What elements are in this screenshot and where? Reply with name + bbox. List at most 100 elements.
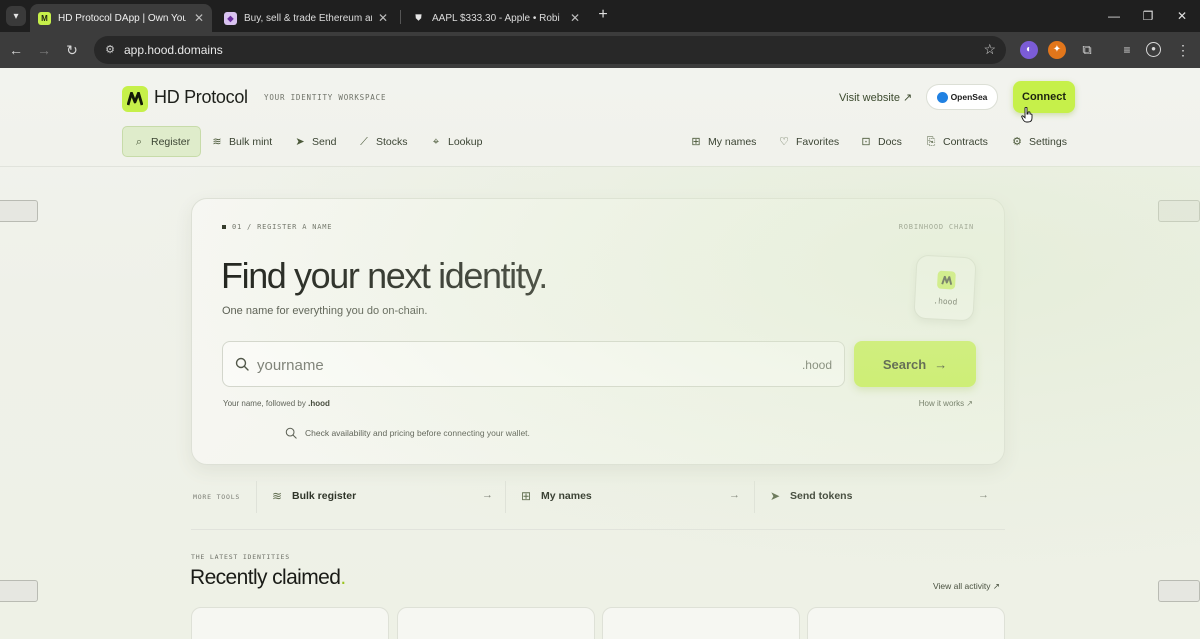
- nav-label: Send: [312, 135, 337, 148]
- name-search-field[interactable]: .hood: [222, 341, 845, 387]
- arrow-right-icon: →: [482, 489, 493, 501]
- section-divider: [191, 529, 1005, 530]
- app-page: HD Protocol YOUR IDENTITY WORKSPACE Visi…: [0, 68, 1200, 639]
- browser-tab-bar: ▾ M HD Protocol DApp | Own Your I ✕ ◆ Bu…: [0, 0, 1200, 32]
- reload-icon[interactable]: ↻: [62, 40, 82, 60]
- nav-label: Docs: [878, 135, 902, 148]
- tab-title: Buy, sell & trade Ethereum and: [244, 12, 372, 24]
- nav-label: Bulk mint: [229, 135, 273, 148]
- section-kicker: 01 / REGISTER A NAME: [222, 223, 332, 231]
- close-window-icon[interactable]: ✕: [1172, 6, 1192, 26]
- browser-menu-icon[interactable]: ⋮: [1174, 41, 1192, 59]
- tool-label: Bulk register: [292, 490, 357, 502]
- side-decoration: [0, 200, 38, 222]
- nav-bulk-mint[interactable]: ≋ Bulk mint: [211, 126, 272, 157]
- nav-contracts[interactable]: ⎘ Contracts: [925, 126, 988, 157]
- arrow-right-icon: →: [934, 356, 948, 372]
- hd-logo-icon[interactable]: [122, 86, 148, 112]
- nav-label: Contracts: [943, 135, 988, 148]
- recent-identity-card[interactable]: [602, 607, 800, 639]
- nav-stocks[interactable]: ⟋ Stocks: [358, 126, 408, 157]
- hint-tld: .hood: [308, 399, 330, 408]
- minimize-window-icon[interactable]: —: [1104, 6, 1124, 26]
- mouse-cursor-icon: [1021, 107, 1033, 123]
- nav-docs[interactable]: ⊡ Docs: [860, 126, 902, 157]
- availability-note: Check availability and pricing before co…: [285, 427, 530, 439]
- nav-my-names[interactable]: ⊞ My names: [690, 126, 756, 157]
- availability-text: Check availability and pricing before co…: [305, 428, 530, 438]
- name-search-input[interactable]: [257, 352, 737, 378]
- close-tab-icon[interactable]: ✕: [570, 11, 580, 25]
- recent-title: Recently claimed.: [190, 566, 346, 590]
- tool-send-tokens[interactable]: ➤ Send tokens →: [768, 480, 992, 512]
- recent-identity-card[interactable]: [807, 607, 1005, 639]
- trade-site-favicon-icon: ◆: [224, 11, 237, 25]
- tab-hd-protocol[interactable]: M HD Protocol DApp | Own Your I ✕: [30, 4, 212, 32]
- tool-my-names[interactable]: ⊞ My names →: [519, 480, 741, 512]
- nav-settings[interactable]: ⚙ Settings: [1011, 126, 1067, 157]
- nav-register[interactable]: ⌕ Register: [122, 126, 202, 157]
- nav-label: Stocks: [376, 135, 408, 148]
- url-text: app.hood.domains: [124, 43, 223, 57]
- main-nav: ⌕ Register ≋ Bulk mint ➤ Send ⟋ Stocks ⌖…: [0, 126, 1200, 158]
- tool-separator: [505, 481, 506, 513]
- bookmark-star-icon[interactable]: ☆: [983, 41, 996, 58]
- media-control-icon[interactable]: ≡: [1118, 41, 1136, 59]
- side-decoration: [0, 580, 38, 602]
- metamask-fox-icon[interactable]: ✦: [1048, 41, 1066, 59]
- search-icon: [235, 357, 249, 371]
- extension-wallet-icon[interactable]: ◐: [1020, 41, 1038, 59]
- grid-icon: ⊞: [691, 135, 701, 148]
- search-button[interactable]: Search →: [854, 341, 976, 387]
- address-bar[interactable]: ⚙ app.hood.domains ☆: [94, 36, 1006, 64]
- brand-tagline: YOUR IDENTITY WORKSPACE: [264, 93, 387, 102]
- nav-lookup[interactable]: ⌖ Lookup: [430, 126, 483, 157]
- tool-separator: [256, 481, 257, 513]
- brand-name[interactable]: HD Protocol: [154, 87, 248, 108]
- badge-tld: .hood: [933, 296, 958, 307]
- tab-search-menu-button[interactable]: ▾: [6, 6, 26, 26]
- recent-title-text: Recently claimed: [190, 566, 341, 589]
- restore-window-icon[interactable]: ❐: [1138, 6, 1158, 26]
- hero-subline: One name for everything you do on-chain.: [222, 305, 428, 317]
- extensions-puzzle-icon[interactable]: ⧉: [1078, 41, 1096, 59]
- nav-favorites[interactable]: ♡ Favorites: [778, 126, 839, 157]
- visit-website-link[interactable]: Visit website ↗: [839, 91, 912, 104]
- new-tab-button[interactable]: +: [594, 6, 612, 24]
- opensea-button[interactable]: OpenSea: [926, 84, 998, 110]
- recent-kicker: THE LATEST IDENTITIES: [191, 553, 290, 561]
- tool-label: My names: [541, 490, 592, 502]
- send-icon: ➤: [295, 135, 305, 148]
- book-icon: ⊡: [861, 135, 871, 148]
- forward-arrow-icon[interactable]: →: [34, 40, 54, 60]
- hint-text: Your name, followed by: [223, 399, 309, 408]
- close-tab-icon[interactable]: ✕: [194, 11, 204, 25]
- nav-label: My names: [708, 135, 757, 148]
- search-icon: ⌕: [135, 135, 143, 148]
- search-button-label: Search: [882, 356, 927, 372]
- tab-coinbase[interactable]: ◆ Buy, sell & trade Ethereum and ✕: [216, 4, 396, 32]
- more-tools-label: MORE TOOLS: [193, 493, 241, 501]
- opensea-label: OpenSea: [950, 92, 988, 102]
- recent-identity-card[interactable]: [191, 607, 389, 639]
- how-it-works-link[interactable]: How it works ↗: [919, 399, 973, 408]
- register-card: 01 / REGISTER A NAME ROBINHOOD CHAIN Fin…: [191, 198, 1005, 465]
- heart-icon: ♡: [779, 135, 789, 148]
- header-divider: [0, 166, 1200, 167]
- recent-identity-card[interactable]: [397, 607, 595, 639]
- tab-title: HD Protocol DApp | Own Your I: [58, 12, 186, 24]
- scan-icon: ⌖: [432, 135, 440, 148]
- nav-label: Favorites: [796, 135, 840, 148]
- close-tab-icon[interactable]: ✕: [378, 11, 388, 25]
- site-info-icon[interactable]: ⚙: [102, 42, 118, 58]
- search-tld-suffix: .hood: [801, 358, 832, 372]
- layers-icon: ≋: [271, 489, 283, 503]
- nav-label: Settings: [1029, 135, 1067, 148]
- kicker-square-icon: [222, 225, 226, 229]
- view-all-activity-link[interactable]: View all activity ↗: [933, 581, 1000, 592]
- back-arrow-icon[interactable]: ←: [6, 40, 26, 60]
- profile-avatar-icon[interactable]: •: [1146, 42, 1161, 57]
- tab-robinhood[interactable]: ⛊ AAPL $333.30 - Apple • Robinh ✕: [404, 4, 588, 32]
- tool-bulk-register[interactable]: ≋ Bulk register →: [270, 480, 493, 512]
- nav-send[interactable]: ➤ Send: [294, 126, 337, 157]
